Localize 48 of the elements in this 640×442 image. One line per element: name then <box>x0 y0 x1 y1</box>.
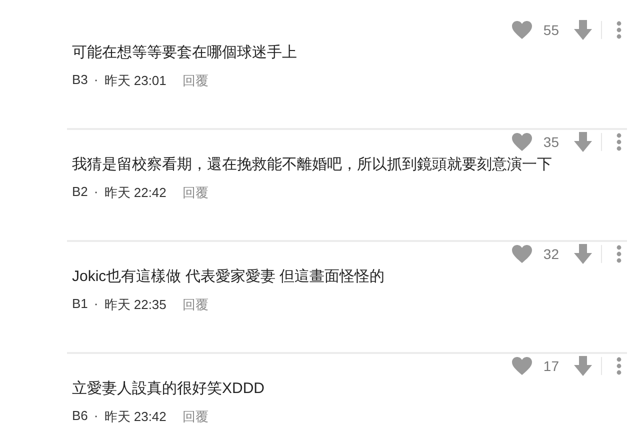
comment-author: B2 <box>72 184 88 201</box>
comment-author: B6 <box>72 408 88 425</box>
comment-time: 昨天 22:35 <box>104 296 166 314</box>
like-button[interactable]: 35 <box>511 132 559 152</box>
like-count: 35 <box>543 134 559 150</box>
comment-time: 昨天 22:42 <box>104 184 166 202</box>
reply-link[interactable]: 回覆 <box>182 72 208 90</box>
like-button[interactable]: 32 <box>511 244 559 264</box>
downvote-button[interactable] <box>573 131 593 153</box>
like-button[interactable]: 17 <box>511 356 559 376</box>
heart-icon <box>511 20 534 40</box>
heart-icon <box>511 356 534 376</box>
comment-time: 昨天 23:01 <box>104 72 166 90</box>
more-button[interactable] <box>616 21 622 39</box>
comment-author: B1 <box>72 296 88 313</box>
heart-icon <box>511 244 534 264</box>
downvote-button[interactable] <box>573 355 593 377</box>
separator-dot: · <box>94 72 98 89</box>
reply-link[interactable]: 回覆 <box>182 408 208 426</box>
like-count: 55 <box>543 22 559 38</box>
comment-time: 昨天 23:42 <box>104 408 166 426</box>
downvote-button[interactable] <box>573 243 593 265</box>
comment-text: Jokic也有這樣做 代表愛家愛妻 但這畫面怪怪的 <box>72 267 386 287</box>
more-button[interactable] <box>616 133 622 151</box>
comment-text: 立愛妻人設真的很好笑XDDD <box>72 379 266 399</box>
more-icon <box>616 245 622 263</box>
more-button[interactable] <box>616 245 622 263</box>
comment-text: 我猜是留校察看期，還在挽救能不離婚吧，所以抓到鏡頭就要刻意演一下 <box>72 155 553 175</box>
comment-text: 可能在想等等要套在哪個球迷手上 <box>72 43 298 63</box>
more-icon <box>616 21 622 39</box>
separator-dot: · <box>94 408 98 425</box>
more-button[interactable] <box>616 357 622 375</box>
reply-link[interactable]: 回覆 <box>182 184 208 202</box>
more-icon <box>616 357 622 375</box>
separator-dot: · <box>94 296 98 313</box>
more-icon <box>616 133 622 151</box>
like-button[interactable]: 55 <box>511 20 559 40</box>
reply-link[interactable]: 回覆 <box>182 296 208 314</box>
heart-icon <box>511 132 534 152</box>
like-count: 32 <box>543 246 559 262</box>
down-arrow-icon <box>573 243 593 265</box>
down-arrow-icon <box>573 131 593 153</box>
like-count: 17 <box>543 358 559 374</box>
comment-author: B3 <box>72 72 88 89</box>
down-arrow-icon <box>573 355 593 377</box>
separator-dot: · <box>94 184 98 201</box>
down-arrow-icon <box>573 19 593 41</box>
downvote-button[interactable] <box>573 19 593 41</box>
